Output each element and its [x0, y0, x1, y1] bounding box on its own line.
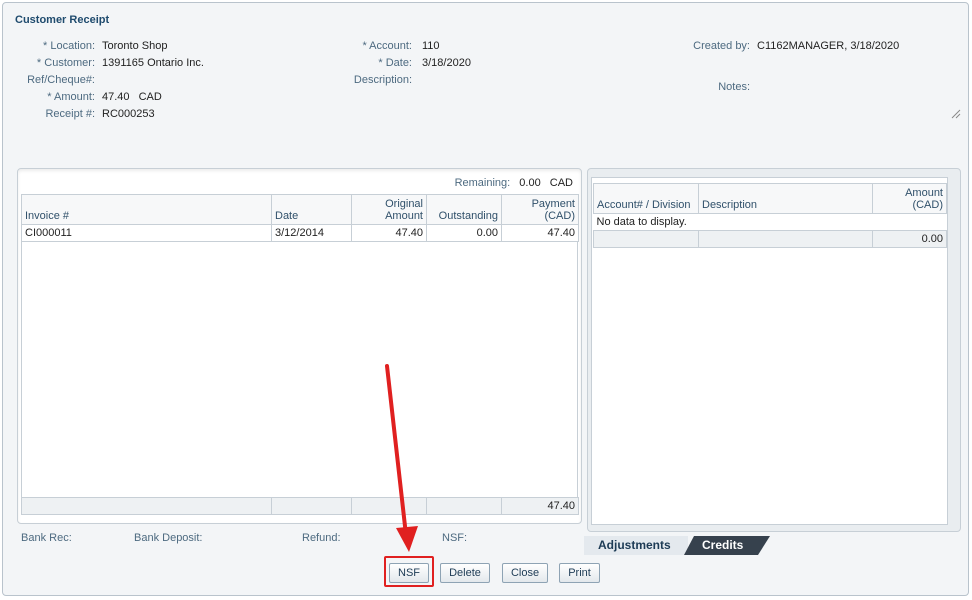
column-date[interactable]: Date: [271, 194, 352, 225]
amount-number: 47.40: [102, 91, 130, 103]
invoices-panel: Remaining: 0.00 CAD Invoice # Date Origi…: [17, 168, 582, 524]
print-button[interactable]: Print: [559, 563, 600, 583]
no-data-message: No data to display.: [593, 213, 947, 231]
column-amount[interactable]: Amount (CAD): [872, 183, 947, 214]
nsf-label: NSF:: [442, 532, 468, 544]
column-original-line2: Amount: [385, 210, 423, 222]
invoices-table-body: [21, 241, 578, 498]
column-amount-line2: (CAD): [912, 199, 943, 211]
customer-receipt-window: Customer Receipt * Location: Toronto Sho…: [2, 2, 969, 596]
tab-credits[interactable]: Credits: [684, 536, 770, 555]
bank-deposit-label: Bank Deposit:: [134, 532, 203, 544]
ref-cheque-label: Ref/Cheque#:: [27, 74, 95, 86]
column-amount-line1: Amount: [905, 187, 943, 199]
notes-label: Notes:: [718, 81, 750, 93]
adjustments-panel-inner: Account# / Division Description Amount (…: [591, 177, 948, 525]
cell-outstanding: 0.00: [426, 224, 502, 242]
table-row[interactable]: CI000011 3/12/2014 47.40 0.00 47.40: [21, 224, 579, 242]
date-label: * Date:: [378, 57, 412, 69]
amount-value: 47.40 CAD: [102, 91, 162, 103]
total-adjustment-amount: 0.00: [872, 230, 947, 248]
delete-button[interactable]: Delete: [440, 563, 490, 583]
invoices-table: Invoice # Date Original Amount Outstandi…: [21, 194, 579, 242]
invoices-totals-row: 47.40: [21, 497, 579, 515]
remaining-currency: CAD: [549, 177, 573, 189]
tab-adjustments[interactable]: Adjustments: [584, 536, 688, 555]
adjustments-table: Account# / Division Description Amount (…: [593, 183, 947, 248]
total-payment: 47.40: [501, 497, 579, 515]
account-label: * Account:: [362, 40, 412, 52]
amount-currency: CAD: [138, 91, 162, 103]
remaining-value: 0.00: [519, 177, 541, 189]
nsf-button[interactable]: NSF: [389, 563, 429, 583]
cell-invoice: CI000011: [21, 224, 272, 242]
notes-resize-handle-icon[interactable]: [951, 109, 961, 119]
refund-label: Refund:: [302, 532, 341, 544]
column-payment-line2: (CAD): [544, 210, 575, 222]
created-by-label: Created by:: [693, 40, 750, 52]
cell-date: 3/12/2014: [271, 224, 352, 242]
account-value: 110: [422, 40, 440, 52]
created-by-value: C1162MANAGER, 3/18/2020: [757, 40, 900, 52]
adjustments-totals-row: 0.00: [593, 230, 947, 248]
receipt-label: Receipt #:: [45, 108, 95, 120]
description-label: Description:: [353, 74, 412, 86]
amount-label: * Amount:: [47, 91, 95, 103]
location-value: Toronto Shop: [102, 40, 168, 52]
column-account-division[interactable]: Account# / Division: [593, 183, 699, 214]
page-title: Customer Receipt: [15, 14, 110, 26]
receipt-value: RC000253: [102, 108, 155, 120]
customer-label: * Customer:: [36, 57, 95, 69]
adjustments-panel: Account# / Division Description Amount (…: [587, 168, 961, 532]
cell-payment[interactable]: 47.40: [501, 224, 579, 242]
location-label: * Location:: [43, 40, 95, 52]
cell-original: 47.40: [351, 224, 427, 242]
column-payment-line1: Payment: [531, 198, 575, 210]
bank-rec-label: Bank Rec:: [21, 532, 72, 544]
column-outstanding[interactable]: Outstanding: [426, 194, 502, 225]
column-invoice[interactable]: Invoice #: [21, 194, 272, 225]
customer-value: 1391165 Ontario Inc.: [102, 57, 204, 69]
remaining-summary: Remaining: 0.00 CAD: [455, 177, 573, 189]
column-original-line1: Original: [385, 198, 423, 210]
close-button[interactable]: Close: [502, 563, 548, 583]
column-original-amount[interactable]: Original Amount: [351, 194, 427, 225]
column-description[interactable]: Description: [698, 183, 873, 214]
column-payment[interactable]: Payment (CAD): [501, 194, 579, 225]
remaining-label: Remaining:: [454, 177, 511, 189]
date-value: 3/18/2020: [422, 57, 471, 69]
